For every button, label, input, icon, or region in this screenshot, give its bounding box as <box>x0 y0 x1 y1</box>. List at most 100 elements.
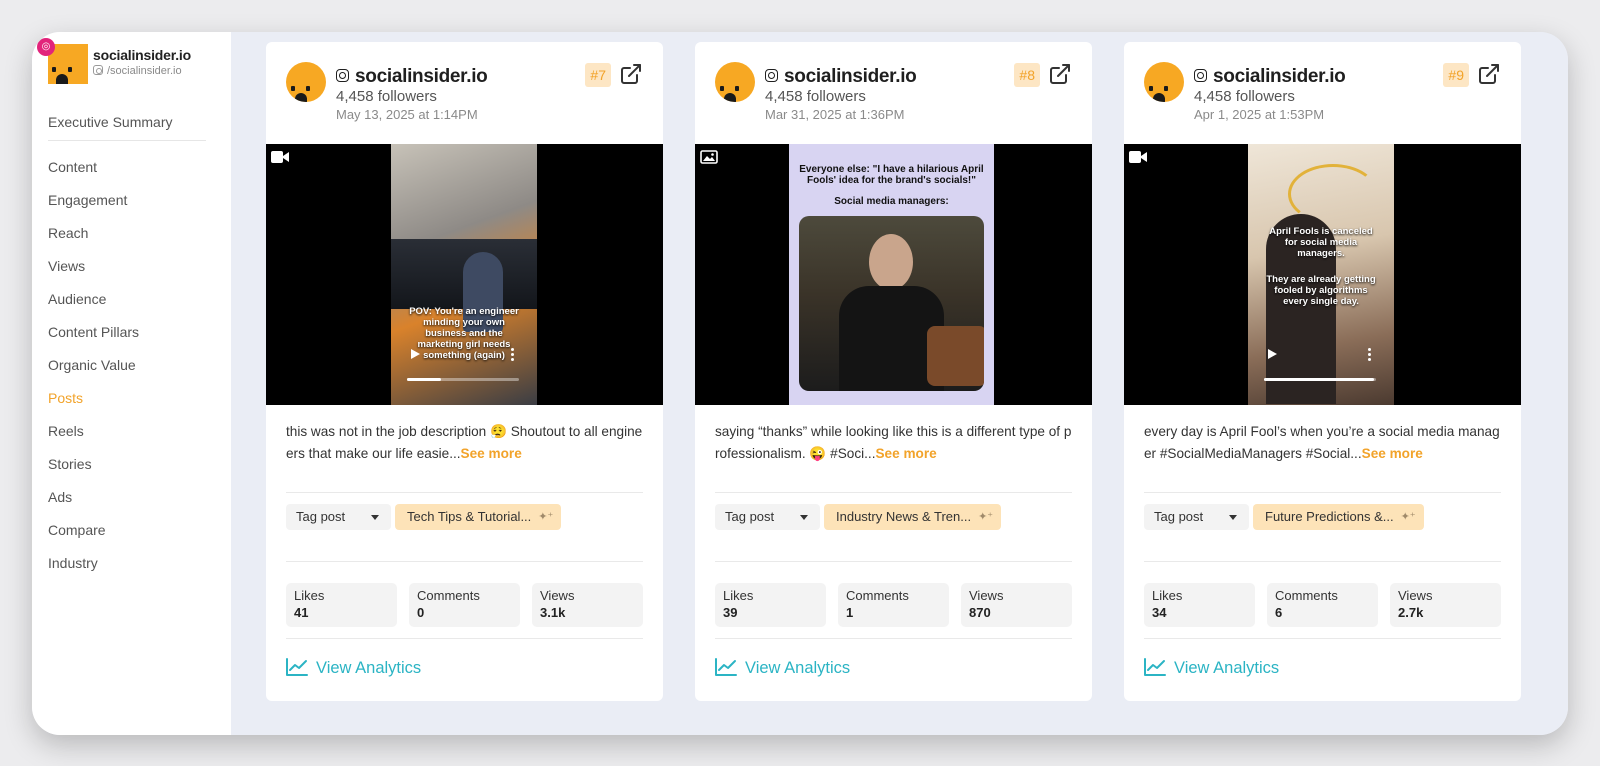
sparkle-icon: ✦⁺ <box>978 511 994 523</box>
followers-count: 4,458 followers <box>1194 88 1295 105</box>
view-analytics-link[interactable]: View Analytics <box>1144 655 1279 681</box>
more-options-icon[interactable] <box>1368 348 1371 363</box>
instagram-icon <box>93 65 103 75</box>
image-icon <box>700 150 718 164</box>
play-icon[interactable] <box>411 349 420 359</box>
view-analytics-label: View Analytics <box>316 659 422 677</box>
stat-value: 1 <box>846 605 854 620</box>
stat-label: Views <box>969 588 1004 603</box>
content-pillar-label: Tech Tips & Tutorial... <box>407 509 532 524</box>
sidebar-item-reach[interactable]: Reach <box>48 223 206 256</box>
play-icon[interactable] <box>1268 349 1277 359</box>
avatar-eye-right <box>306 86 310 91</box>
divider <box>715 561 1072 562</box>
external-link-icon[interactable] <box>1477 62 1501 86</box>
stat-value: 34 <box>1152 605 1167 620</box>
content-pillar-tag[interactable]: Future Predictions &... ✦⁺ <box>1253 504 1424 530</box>
media-overlay-text: Everyone else: "I have a hilarious April… <box>799 164 984 186</box>
divider <box>286 492 643 493</box>
sidebar-item-engagement[interactable]: Engagement <box>48 190 206 223</box>
stat-label: Comments <box>846 588 909 603</box>
sidebar-item-reels[interactable]: Reels <box>48 421 206 454</box>
post-media[interactable]: POV: You're an engineer minding your own… <box>266 144 663 405</box>
content-pillar-label: Future Predictions &... <box>1265 509 1394 524</box>
comments-stat: Comments 0 <box>409 583 520 627</box>
meme-photo <box>799 216 984 391</box>
see-more-link[interactable]: See more <box>875 446 936 461</box>
account-name-text: socialinsider.io <box>355 66 488 87</box>
line-chart-icon <box>286 658 308 676</box>
sidebar-item-content[interactable]: Content <box>48 157 206 190</box>
sparkle-icon: ✦⁺ <box>538 511 554 523</box>
chevron-down-icon <box>1229 515 1237 520</box>
sidebar-item-content-pillars[interactable]: Content Pillars <box>48 322 206 355</box>
avatar-eye-right <box>735 86 739 91</box>
avatar-eye-left <box>291 86 295 91</box>
sidebar-item-executive-summary[interactable]: Executive Summary <box>48 112 206 136</box>
content-pillar-label: Industry News & Tren... <box>836 509 972 524</box>
post-caption: this was not in the job description 😮‍💨 … <box>286 421 643 465</box>
brand-handle-text: /socialinsider.io <box>107 65 182 77</box>
likes-stat: Likes 34 <box>1144 583 1255 627</box>
post-date: May 13, 2025 at 1:14PM <box>336 107 478 122</box>
post-caption: saying “thanks” while looking like this … <box>715 421 1072 465</box>
external-link-icon[interactable] <box>1048 62 1072 86</box>
stat-label: Likes <box>1152 588 1183 603</box>
sidebar-item-stories[interactable]: Stories <box>48 454 206 487</box>
brand-handle: /socialinsider.io <box>93 65 182 77</box>
view-analytics-link[interactable]: View Analytics <box>715 655 850 681</box>
stat-value: 870 <box>969 605 991 620</box>
see-more-link[interactable]: See more <box>1362 446 1423 461</box>
rank-badge: #8 <box>1014 63 1040 87</box>
video-progress-bar[interactable] <box>1264 378 1376 381</box>
external-link-icon[interactable] <box>619 62 643 86</box>
stat-label: Comments <box>1275 588 1338 603</box>
account-name: socialinsider.io <box>765 66 917 88</box>
avatar-mouth <box>1153 93 1165 102</box>
media-overlay-text: April Fools is canceled for social media… <box>1269 226 1373 259</box>
instagram-icon <box>765 69 778 82</box>
stat-value: 6 <box>1275 605 1283 620</box>
content-pillar-tag[interactable]: Tech Tips & Tutorial... ✦⁺ <box>395 504 562 530</box>
tag-post-dropdown[interactable]: Tag post <box>715 504 820 530</box>
sidebar-item-audience[interactable]: Audience <box>48 289 206 322</box>
post-media[interactable]: April Fools is canceled for social media… <box>1124 144 1521 405</box>
tag-post-dropdown[interactable]: Tag post <box>286 504 391 530</box>
account-name-text: socialinsider.io <box>784 66 917 87</box>
divider <box>1144 492 1501 493</box>
content-pillar-tag[interactable]: Industry News & Tren... ✦⁺ <box>824 504 1002 530</box>
logo-mouth <box>56 74 68 84</box>
avatar <box>715 62 755 102</box>
see-more-link[interactable]: See more <box>461 446 522 461</box>
media-overlay-subtext: Social media managers: <box>834 196 949 207</box>
chair <box>927 326 984 386</box>
sidebar-item-compare[interactable]: Compare <box>48 520 206 553</box>
stat-value: 3.1k <box>540 605 566 620</box>
sidebar-item-industry[interactable]: Industry <box>48 553 206 586</box>
sidebar-item-ads[interactable]: Ads <box>48 487 206 520</box>
tag-post-dropdown[interactable]: Tag post <box>1144 504 1249 530</box>
video-progress-bar[interactable] <box>407 378 519 381</box>
avatar <box>1144 62 1184 102</box>
comments-stat: Comments 6 <box>1267 583 1378 627</box>
posts-main: socialinsider.io 4,458 followers May 13,… <box>231 32 1568 735</box>
post-card: socialinsider.io 4,458 followers May 13,… <box>266 42 663 701</box>
sidebar-item-views[interactable]: Views <box>48 256 206 289</box>
sidebar-item-posts[interactable]: Posts <box>48 388 206 421</box>
views-stat: Views 2.7k <box>1390 583 1501 627</box>
view-analytics-link[interactable]: View Analytics <box>286 655 421 681</box>
post-card: socialinsider.io 4,458 followers Mar 31,… <box>695 42 1092 701</box>
media-overlay-subtext: They are already getting fooled by algor… <box>1266 274 1376 307</box>
views-stat: Views 870 <box>961 583 1072 627</box>
video-camera-icon <box>271 151 289 163</box>
chevron-down-icon <box>800 515 808 520</box>
stat-label: Views <box>540 588 575 603</box>
post-media[interactable]: Everyone else: "I have a hilarious April… <box>695 144 1092 405</box>
sidebar-item-organic-value[interactable]: Organic Value <box>48 355 206 388</box>
line-chart-icon <box>1144 658 1166 676</box>
brand-header[interactable]: ◎ socialinsider.io /socialinsider.io <box>37 38 228 88</box>
avatar-mouth <box>295 93 307 102</box>
more-options-icon[interactable] <box>511 348 514 363</box>
stat-value: 2.7k <box>1398 605 1424 620</box>
likes-stat: Likes 39 <box>715 583 826 627</box>
